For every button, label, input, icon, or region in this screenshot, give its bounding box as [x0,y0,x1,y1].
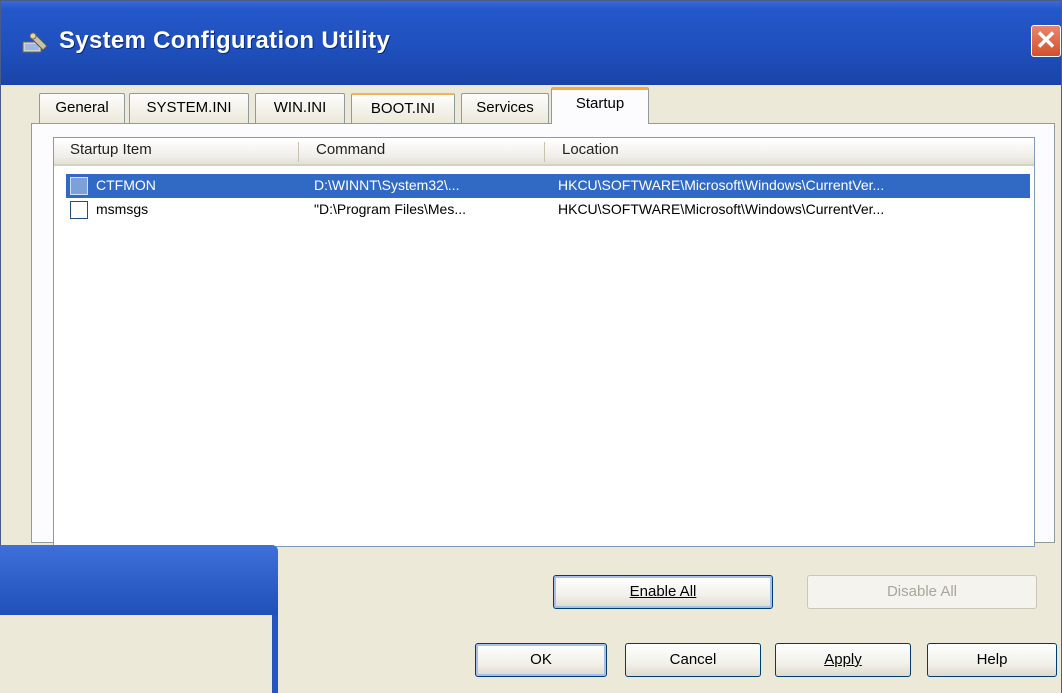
column-separator[interactable] [544,142,545,162]
tab-label: BOOT.INI [370,100,436,117]
tab-label: Services [476,99,534,116]
tab-label: WIN.INI [273,99,327,116]
button-label: Help [976,651,1008,668]
button-label: OK [530,651,552,668]
tab-boot-ini[interactable]: BOOT.INI [351,93,455,123]
tab-services[interactable]: Services [461,93,549,123]
column-location[interactable]: Location [562,141,619,158]
tab-label: SYSTEM.INI [146,99,232,116]
help-button[interactable]: Help [927,643,1057,677]
close-button[interactable]: ✕ [1031,25,1061,57]
overlay-title-bar[interactable] [0,545,278,615]
button-label: Cancel [669,651,717,668]
window-title: System Configuration Utility [59,27,391,54]
overlay-body [0,615,278,693]
tab-win-ini[interactable]: WIN.INI [255,93,345,123]
column-command[interactable]: Command [316,141,385,158]
list-header: Startup Item Command Location [54,138,1034,166]
startup-item-command: D:\WINNT\System32\... [314,177,460,193]
enable-all-button[interactable]: Enable All [553,575,773,609]
tab-startup[interactable]: Startup [551,87,649,124]
disable-all-button[interactable]: Disable All [807,575,1037,609]
startup-item-location: HKCU\SOFTWARE\Microsoft\Windows\CurrentV… [558,177,885,193]
button-label: Apply [824,651,862,668]
enable-checkbox[interactable] [70,201,88,219]
startup-item-command: "D:\Program Files\Mes... [314,201,466,217]
tab-label: General [55,99,109,116]
column-separator[interactable] [298,142,299,162]
tab-system-ini[interactable]: SYSTEM.INI [129,93,249,123]
close-icon: ✕ [1035,25,1057,55]
enable-checkbox[interactable] [70,177,88,195]
overlapping-window-fragment[interactable] [0,545,278,693]
startup-item-name: msmsgs [96,201,149,217]
tab-label: Startup [575,95,625,112]
list-item[interactable]: msmsgs "D:\Program Files\Mes... HKCU\SOF… [66,198,1030,222]
column-startup-item[interactable]: Startup Item [70,141,152,158]
startup-item-location: HKCU\SOFTWARE\Microsoft\Windows\CurrentV… [558,201,885,217]
msconfig-wrench-icon [22,32,48,53]
button-label: Enable All [629,583,697,600]
title-bar[interactable]: System Configuration Utility ✕ [1,1,1061,85]
startup-item-name: CTFMON [96,177,156,193]
startup-list[interactable]: Startup Item Command Location CTFMON D:\… [53,137,1035,547]
ok-button[interactable]: OK [475,643,607,677]
apply-button[interactable]: Apply [775,643,911,677]
button-label: Disable All [886,583,958,600]
list-item[interactable]: CTFMON D:\WINNT\System32\... HKCU\SOFTWA… [66,174,1030,198]
cancel-button[interactable]: Cancel [625,643,761,677]
tab-general[interactable]: General [39,93,125,123]
